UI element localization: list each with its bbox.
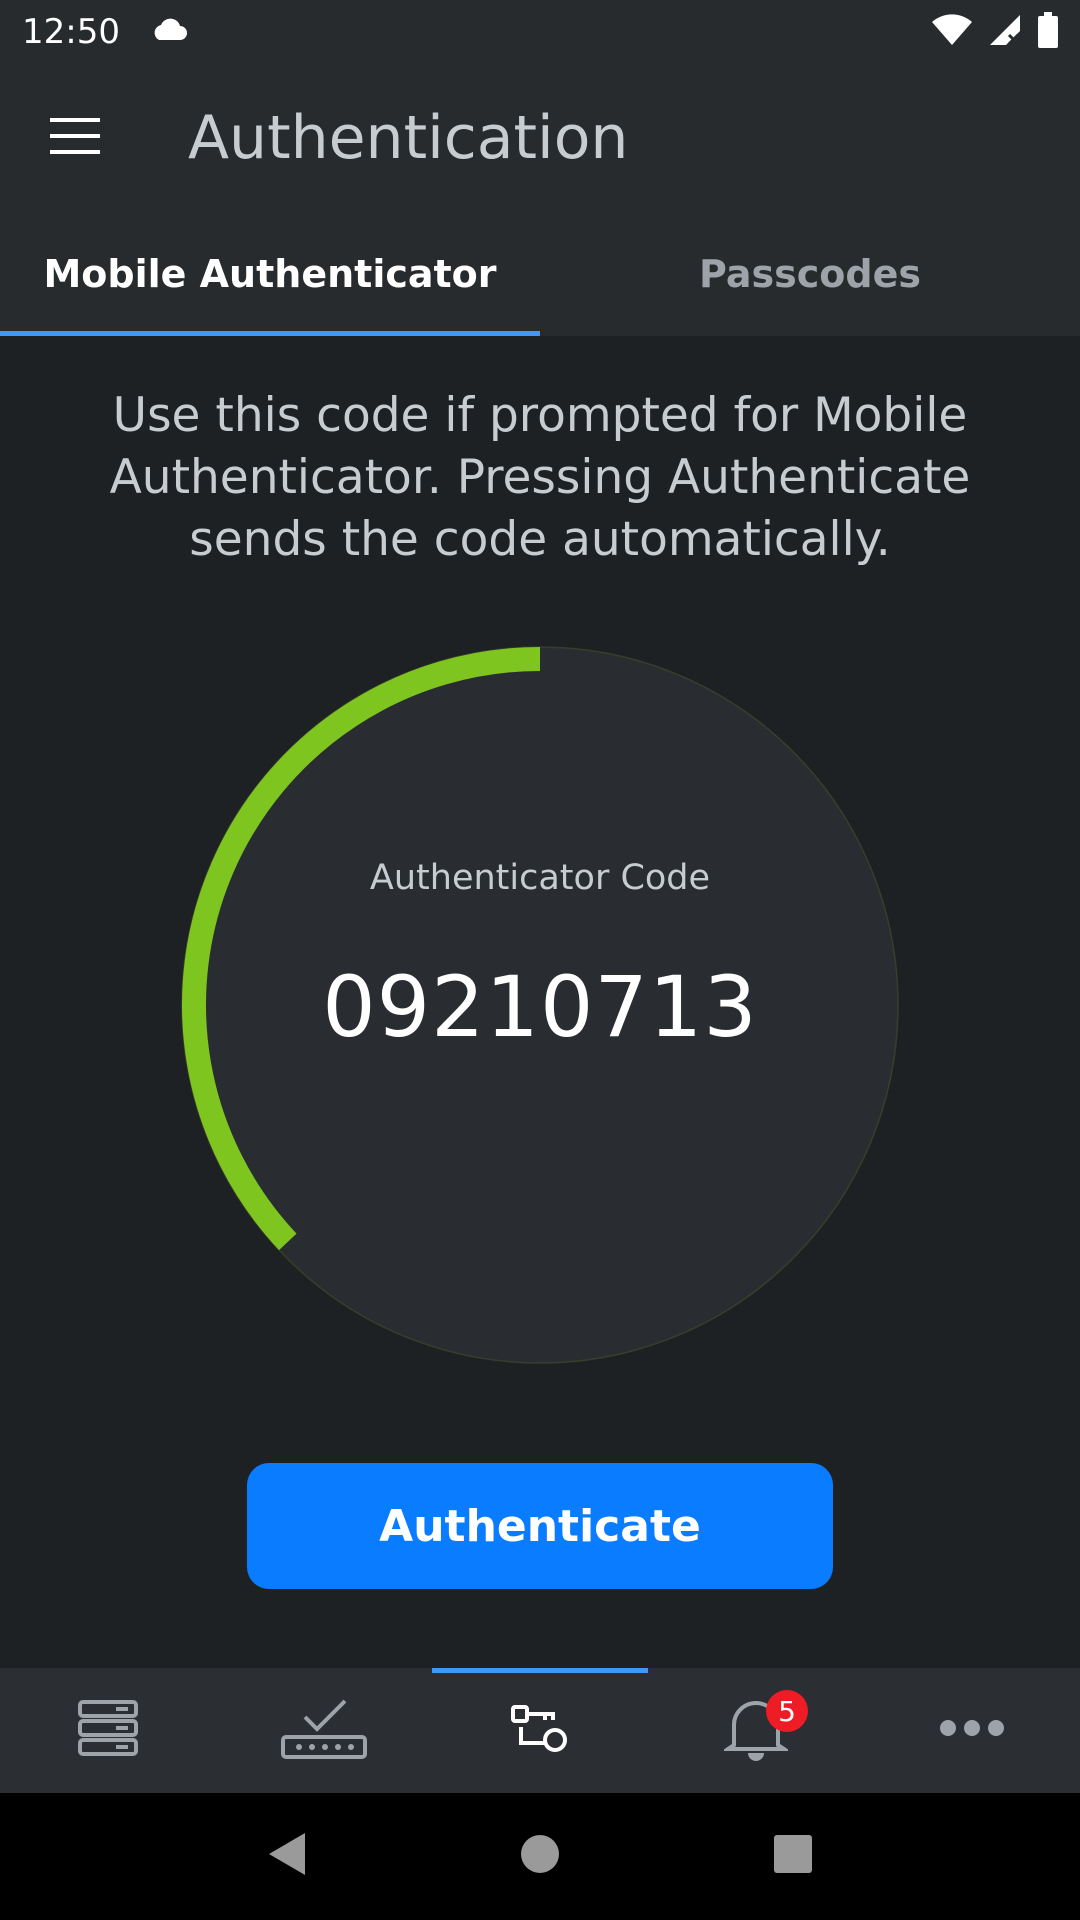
back-button[interactable] [242,1812,332,1902]
keys-icon [511,1703,569,1758]
home-button[interactable] [495,1812,585,1902]
bottom-nav: 5 [0,1668,1080,1793]
home-icon [520,1834,560,1879]
tab-bar: Mobile Authenticator Passcodes [0,212,1080,336]
tab-mobile-authenticator[interactable]: Mobile Authenticator [0,212,540,336]
servers-icon [78,1700,138,1761]
authenticator-code: 09210713 [322,958,758,1056]
nav-devices[interactable] [216,1668,432,1793]
status-time: 12:50 [22,12,120,52]
code-label: Authenticator Code [369,858,711,898]
nav-notifications[interactable]: 5 [648,1668,864,1793]
device-check-icon [281,1695,367,1766]
recents-icon [773,1834,813,1879]
nav-servers[interactable] [0,1668,216,1793]
app-bar: Authentication [0,64,1080,212]
system-nav [0,1793,1080,1920]
status-left: 12:50 [22,12,188,52]
menu-button[interactable] [0,64,150,212]
recents-button[interactable] [748,1812,838,1902]
nav-more[interactable] [864,1668,1080,1793]
back-icon [267,1831,307,1882]
status-right [932,11,1058,53]
status-bar: 12:50 [0,0,1080,64]
notification-badge: 5 [766,1690,808,1732]
code-timer: Authenticator Code 09210713 [175,640,905,1370]
battery-icon [1038,11,1058,53]
page-title: Authentication [188,103,629,173]
tab-passcodes[interactable]: Passcodes [540,212,1080,336]
cellular-no-signal-icon [988,13,1022,52]
more-icon [939,1719,1005,1742]
cloud-icon [150,18,188,47]
wifi-icon [932,13,972,51]
nav-authentication[interactable] [432,1668,648,1793]
authenticate-button[interactable]: Authenticate [247,1463,833,1589]
hamburger-menu-icon [50,117,100,159]
instructions-text: Use this code if prompted for Mobile Aut… [109,388,971,567]
